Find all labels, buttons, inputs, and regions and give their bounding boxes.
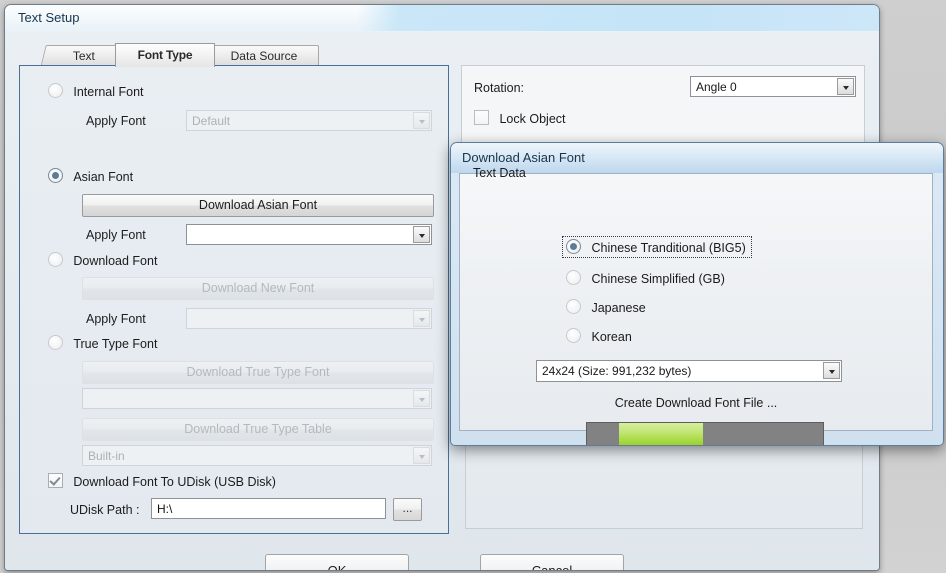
status-message: Create Download Font File ... (614, 396, 778, 410)
radio-japanese[interactable]: Japanese (562, 296, 652, 318)
combo-rotation[interactable]: Angle 0 (690, 76, 856, 97)
label-asian-apply-font: Apply Font (86, 228, 146, 242)
progress-bar-chunk (618, 423, 703, 445)
titlebar-glass-highlight (357, 5, 879, 31)
combo-rotation-value: Angle 0 (696, 80, 737, 94)
radio-asian-font-icon[interactable] (48, 168, 63, 183)
combo-font-size[interactable]: 24x24 (Size: 991,232 bytes) (536, 360, 842, 382)
chevron-down-icon[interactable] (413, 447, 430, 464)
udisk-path-value: H:\ (157, 502, 173, 516)
progress-bar (586, 422, 824, 445)
tab-strip: Text Font Type Data Source (19, 43, 447, 67)
tab-data-source[interactable]: Data Source (209, 45, 319, 67)
tab-text-label: Text (72, 49, 95, 63)
label-internal-apply-font: Apply Font (86, 114, 146, 128)
chevron-down-icon[interactable] (837, 78, 854, 95)
radio-internal-font-icon[interactable] (48, 83, 63, 98)
radio-internal-font-label: Internal Font (73, 85, 144, 99)
option-internal-font[interactable]: Internal Font (48, 83, 144, 99)
chevron-down-icon[interactable] (413, 226, 430, 243)
radio-chinese-traditional[interactable]: Chinese Tranditional (BIG5) (562, 236, 752, 258)
radio-chinese-simplified-label: Chinese Simplified (GB) (591, 272, 725, 286)
checkbox-lock-object[interactable]: Lock Object (474, 110, 566, 126)
chevron-down-icon[interactable] (823, 362, 840, 379)
download-asian-font-button[interactable]: Download Asian Font (82, 194, 434, 217)
combo-true-type-font[interactable] (82, 388, 432, 409)
download-asian-font-dialog: Download Asian Font Chinese Tranditional… (450, 142, 944, 446)
object-properties-panel: Rotation: Angle 0 Lock Object (461, 65, 865, 151)
udisk-browse-button[interactable]: ... (393, 498, 422, 521)
option-download-font[interactable]: Download Font (48, 252, 157, 268)
radio-chinese-simplified[interactable]: Chinese Simplified (GB) (562, 267, 731, 289)
combo-true-type-table[interactable]: Built-in (82, 445, 432, 466)
tab-data-source-label: Data Source (230, 49, 298, 63)
radio-korean[interactable]: Korean (562, 325, 638, 347)
radio-chinese-traditional-label: Chinese Tranditional (BIG5) (591, 241, 746, 255)
radio-japanese-label: Japanese (591, 301, 646, 315)
chevron-down-icon[interactable] (413, 390, 430, 407)
radio-download-font-label: Download Font (73, 254, 158, 268)
combo-font-size-value: 24x24 (Size: 991,232 bytes) (542, 364, 692, 378)
ok-button[interactable]: OK (265, 554, 409, 570)
font-type-panel: Internal Font Apply Font Default Asian F… (19, 65, 449, 534)
tab-font-type-label: Font Type (137, 48, 193, 62)
cancel-button[interactable]: Cancel (480, 554, 624, 570)
chevron-down-icon[interactable] (413, 310, 430, 327)
radio-korean-label: Korean (591, 330, 632, 344)
checkbox-lock-object-label: Lock Object (499, 112, 566, 126)
combo-internal-apply-font-value: Default (192, 114, 231, 128)
radio-asian-font-label: Asian Font (73, 170, 134, 184)
checkbox-udisk-icon[interactable] (48, 473, 63, 488)
radio-chinese-traditional-icon[interactable] (566, 239, 581, 254)
checkbox-lock-object-icon[interactable] (474, 110, 489, 125)
download-true-type-table-button: Download True Type Table (82, 418, 434, 441)
radio-true-type-font-label: True Type Font (73, 337, 158, 351)
label-rotation: Rotation: (474, 81, 525, 95)
combo-true-type-table-value: Built-in (88, 449, 125, 463)
combo-internal-apply-font[interactable]: Default (186, 110, 432, 131)
modal-title: Download Asian Font (462, 150, 585, 165)
window-title: Text Setup (18, 10, 80, 25)
combo-download-apply-font[interactable] (186, 308, 432, 329)
checkbox-udisk-label: Download Font To UDisk (USB Disk) (73, 475, 276, 489)
label-text-data: Text Data (473, 166, 526, 180)
radio-chinese-simplified-icon[interactable] (566, 270, 581, 285)
option-asian-font[interactable]: Asian Font (48, 168, 133, 184)
download-true-type-font-button: Download True Type Font (82, 361, 434, 384)
chevron-down-icon[interactable] (413, 112, 430, 129)
radio-download-font-icon[interactable] (48, 252, 63, 267)
window-titlebar: Text Setup (5, 5, 879, 33)
radio-japanese-icon[interactable] (566, 299, 581, 314)
modal-body: Chinese Tranditional (BIG5) Chinese Simp… (459, 173, 933, 445)
checkbox-download-font-to-udisk[interactable]: Download Font To UDisk (USB Disk) (48, 473, 276, 489)
radio-true-type-font-icon[interactable] (48, 335, 63, 350)
combo-asian-apply-font[interactable] (186, 224, 432, 245)
udisk-path-input[interactable]: H:\ (151, 498, 386, 519)
option-true-type-font[interactable]: True Type Font (48, 335, 157, 351)
label-udisk-path: UDisk Path : (70, 503, 140, 517)
download-new-font-button: Download New Font (82, 277, 434, 300)
radio-korean-icon[interactable] (566, 328, 581, 343)
label-download-apply-font: Apply Font (86, 312, 146, 326)
tab-font-type[interactable]: Font Type (115, 43, 215, 67)
